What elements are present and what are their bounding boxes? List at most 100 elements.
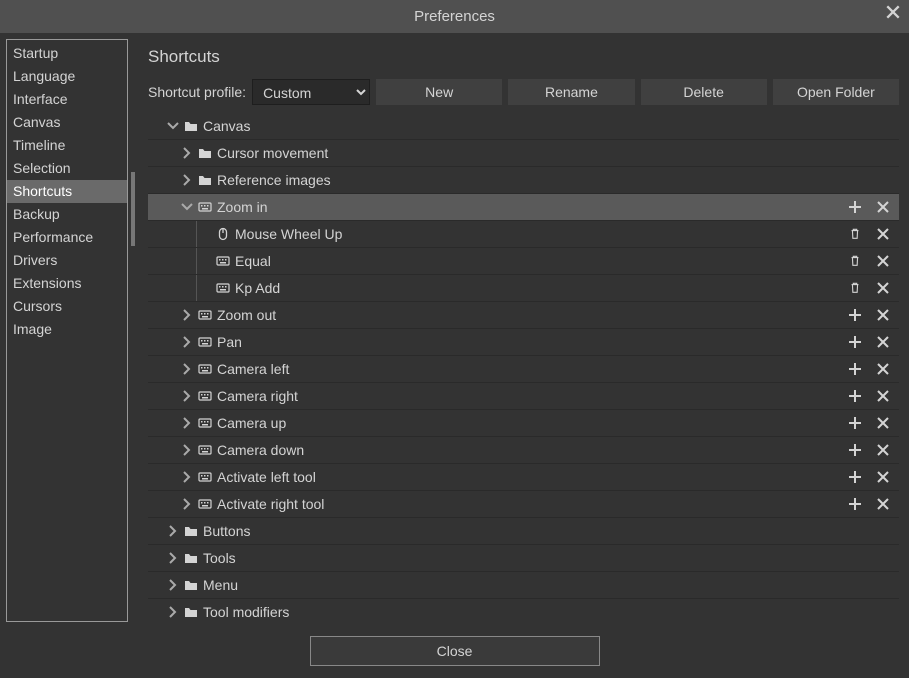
chevron-right-icon[interactable] — [181, 309, 193, 321]
clear-bindings-button[interactable] — [875, 496, 891, 512]
tree-group-cursor-movement[interactable]: Cursor movement — [148, 140, 899, 167]
folder-icon — [184, 551, 198, 565]
add-binding-button[interactable] — [847, 415, 863, 431]
chevron-right-icon[interactable] — [181, 174, 193, 186]
shortcuts-tree: Canvas Cursor movement Reference i — [148, 113, 899, 622]
keyboard-icon — [198, 470, 212, 484]
tree-action-zoom-in[interactable]: Zoom in — [148, 194, 899, 221]
chevron-right-icon[interactable] — [167, 552, 179, 564]
remove-binding-button[interactable] — [875, 280, 891, 296]
tree-action-activate-right-tool[interactable]: Activate right tool — [148, 491, 899, 518]
tree-label: Mouse Wheel Up — [235, 226, 342, 242]
delete-binding-button[interactable] — [847, 226, 863, 242]
profile-select[interactable]: Custom — [252, 79, 370, 105]
delete-binding-button[interactable] — [847, 280, 863, 296]
clear-bindings-button[interactable] — [875, 199, 891, 215]
new-button[interactable]: New — [376, 79, 502, 105]
tree-action-camera-left[interactable]: Camera left — [148, 356, 899, 383]
add-binding-button[interactable] — [847, 307, 863, 323]
chevron-right-icon[interactable] — [181, 147, 193, 159]
tree-binding-mouse-wheel-up[interactable]: Mouse Wheel Up — [148, 221, 899, 248]
chevron-right-icon[interactable] — [167, 579, 179, 591]
rename-button[interactable]: Rename — [508, 79, 634, 105]
window-titlebar: Preferences — [0, 0, 909, 33]
chevron-right-icon[interactable] — [181, 390, 193, 402]
sidebar-item-performance[interactable]: Performance — [7, 226, 127, 249]
sidebar-item-startup[interactable]: Startup — [7, 42, 127, 65]
chevron-right-icon[interactable] — [181, 471, 193, 483]
remove-binding-button[interactable] — [875, 226, 891, 242]
clear-bindings-button[interactable] — [875, 415, 891, 431]
add-binding-button[interactable] — [847, 442, 863, 458]
add-binding-button[interactable] — [847, 469, 863, 485]
tree-label: Tool modifiers — [203, 604, 289, 620]
tree-action-activate-left-tool[interactable]: Activate left tool — [148, 464, 899, 491]
open-folder-button[interactable]: Open Folder — [773, 79, 899, 105]
clear-bindings-button[interactable] — [875, 388, 891, 404]
sidebar-item-language[interactable]: Language — [7, 65, 127, 88]
tree-group-menu[interactable]: Menu — [148, 572, 899, 599]
chevron-right-icon[interactable] — [181, 444, 193, 456]
add-binding-button[interactable] — [847, 496, 863, 512]
tree-group-canvas[interactable]: Canvas — [148, 113, 899, 140]
sidebar-item-selection[interactable]: Selection — [7, 157, 127, 180]
add-binding-button[interactable] — [847, 388, 863, 404]
clear-bindings-button[interactable] — [875, 442, 891, 458]
chevron-down-icon[interactable] — [181, 201, 193, 213]
tree-label: Kp Add — [235, 280, 280, 296]
add-binding-button[interactable] — [847, 334, 863, 350]
clear-bindings-button[interactable] — [875, 307, 891, 323]
add-binding-button[interactable] — [847, 199, 863, 215]
tree-action-camera-down[interactable]: Camera down — [148, 437, 899, 464]
sidebar-item-timeline[interactable]: Timeline — [7, 134, 127, 157]
tree-label: Canvas — [203, 118, 250, 134]
delete-button[interactable]: Delete — [641, 79, 767, 105]
chevron-right-icon[interactable] — [181, 336, 193, 348]
tree-binding-kp-add[interactable]: Kp Add — [148, 275, 899, 302]
window-close-button[interactable] — [885, 4, 901, 20]
chevron-right-icon[interactable] — [181, 363, 193, 375]
sidebar-resize-handle[interactable] — [131, 172, 135, 246]
clear-bindings-button[interactable] — [875, 334, 891, 350]
delete-binding-button[interactable] — [847, 253, 863, 269]
tree-label: Pan — [217, 334, 242, 350]
tree-binding-equal[interactable]: Equal — [148, 248, 899, 275]
keyboard-icon — [198, 389, 212, 403]
sidebar-item-cursors[interactable]: Cursors — [7, 295, 127, 318]
add-binding-button[interactable] — [847, 361, 863, 377]
keyboard-icon — [198, 497, 212, 511]
clear-bindings-button[interactable] — [875, 361, 891, 377]
tree-action-zoom-out[interactable]: Zoom out — [148, 302, 899, 329]
sidebar-item-drivers[interactable]: Drivers — [7, 249, 127, 272]
sidebar-item-image[interactable]: Image — [7, 318, 127, 341]
tree-group-tools[interactable]: Tools — [148, 545, 899, 572]
mouse-icon — [216, 227, 230, 241]
tree-label: Camera left — [217, 361, 289, 377]
sidebar-item-canvas[interactable]: Canvas — [7, 111, 127, 134]
tree-action-camera-up[interactable]: Camera up — [148, 410, 899, 437]
clear-bindings-button[interactable] — [875, 469, 891, 485]
sidebar-item-shortcuts[interactable]: Shortcuts — [7, 180, 127, 203]
tree-action-pan[interactable]: Pan — [148, 329, 899, 356]
chevron-right-icon[interactable] — [181, 417, 193, 429]
remove-binding-button[interactable] — [875, 253, 891, 269]
tree-label: Camera down — [217, 442, 304, 458]
chevron-right-icon[interactable] — [167, 606, 179, 618]
folder-icon — [184, 578, 198, 592]
keyboard-icon — [198, 308, 212, 322]
chevron-right-icon[interactable] — [167, 525, 179, 537]
profile-label: Shortcut profile: — [148, 84, 246, 100]
chevron-right-icon[interactable] — [181, 498, 193, 510]
sidebar-item-extensions[interactable]: Extensions — [7, 272, 127, 295]
tree-action-camera-right[interactable]: Camera right — [148, 383, 899, 410]
tree-label: Activate left tool — [217, 469, 316, 485]
close-button[interactable]: Close — [310, 636, 600, 666]
keyboard-icon — [198, 443, 212, 457]
tree-group-tool-modifiers[interactable]: Tool modifiers — [148, 599, 899, 622]
tree-group-reference-images[interactable]: Reference images — [148, 167, 899, 194]
sidebar-item-interface[interactable]: Interface — [7, 88, 127, 111]
tree-label: Camera right — [217, 388, 298, 404]
chevron-down-icon[interactable] — [167, 120, 179, 132]
sidebar-item-backup[interactable]: Backup — [7, 203, 127, 226]
tree-group-buttons[interactable]: Buttons — [148, 518, 899, 545]
